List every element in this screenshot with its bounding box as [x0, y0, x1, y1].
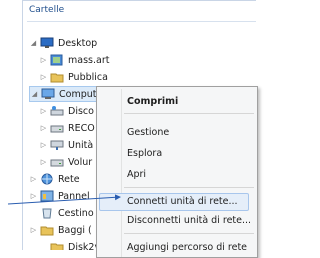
menu-item-explore[interactable]: Esplora	[127, 148, 162, 159]
menu-separator	[124, 187, 254, 188]
menu-separator	[124, 233, 254, 234]
menu-item-collapse[interactable]: Comprimi	[127, 96, 178, 107]
callout-arrow	[7, 194, 121, 205]
menu-separator	[124, 113, 254, 114]
menu-item-add-network-location[interactable]: Aggiungi percorso di rete	[127, 242, 247, 253]
menu-item-disconnect-network-drive[interactable]: Disconnetti unità di rete...	[127, 215, 251, 226]
menu-item-manage[interactable]: Gestione	[127, 127, 169, 138]
